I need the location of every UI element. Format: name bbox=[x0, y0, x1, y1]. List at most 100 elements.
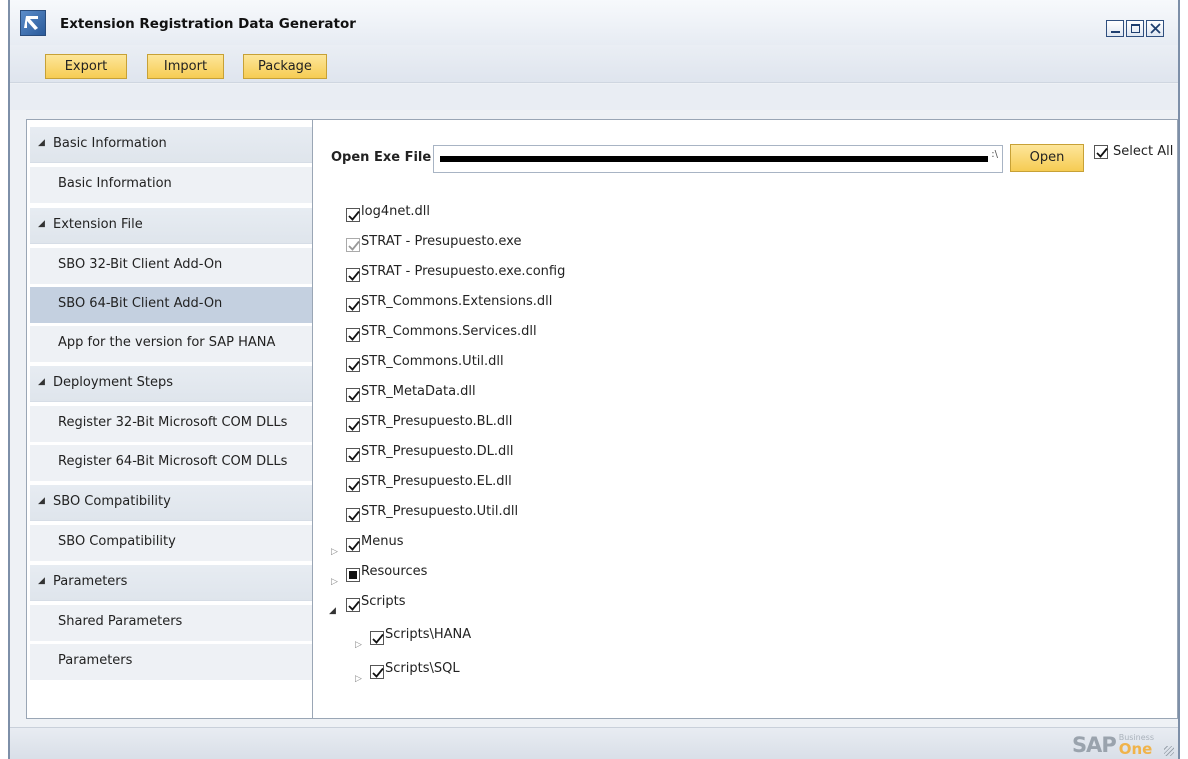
collapsed-expander-icon[interactable]: ▷ bbox=[331, 547, 338, 557]
checkmark-icon bbox=[348, 210, 360, 221]
minimize-button[interactable] bbox=[1106, 20, 1124, 37]
file-row-presupuesto-util[interactable]: STR_Presupuesto.Util.dll bbox=[346, 504, 518, 522]
folder-checkbox[interactable] bbox=[346, 598, 360, 612]
nav-item-sbo-compatibility[interactable]: SBO Compatibility bbox=[30, 525, 312, 561]
nav-group-basic-information[interactable]: ◢ Basic Information bbox=[30, 127, 312, 163]
content-panel: Open Exe File :\ Open Select All log4net… bbox=[312, 119, 1178, 719]
collapsed-expander-icon[interactable]: ▷ bbox=[331, 577, 338, 587]
file-row-presupuesto-el[interactable]: STR_Presupuesto.EL.dll bbox=[346, 474, 512, 492]
file-checkbox[interactable] bbox=[346, 268, 360, 282]
nav-item-register-32-bit[interactable]: Register 32-Bit Microsoft COM DLLs bbox=[30, 406, 312, 442]
select-all-checkbox[interactable] bbox=[1094, 144, 1108, 159]
nav-item-shared-parameters[interactable]: Shared Parameters bbox=[30, 605, 312, 641]
checkmark-icon bbox=[348, 510, 360, 521]
title-bar: Extension Registration Data Generator bbox=[10, 0, 1178, 45]
file-name: STR_Presupuesto.DL.dll bbox=[361, 444, 514, 459]
checkmark-icon bbox=[348, 300, 360, 311]
nav-item-sbo-64-bit[interactable]: SBO 64-Bit Client Add-On bbox=[30, 287, 312, 323]
nav-item-label: Register 64-Bit Microsoft COM DLLs bbox=[58, 454, 288, 469]
collapsed-expander-icon[interactable]: ▷ bbox=[355, 674, 362, 684]
file-row-presupuesto-bl[interactable]: STR_Presupuesto.BL.dll bbox=[346, 414, 512, 432]
folder-row-scripts[interactable]: Scripts bbox=[346, 594, 405, 612]
file-checkbox[interactable] bbox=[346, 418, 360, 432]
expanded-triangle-icon: ◢ bbox=[38, 496, 45, 506]
nav-group-label: Extension File bbox=[53, 217, 143, 232]
app-window: Extension Registration Data Generator Ex… bbox=[8, 0, 1180, 759]
folder-row-scripts-hana[interactable]: Scripts\HANA bbox=[370, 627, 471, 645]
nav-item-basic-information[interactable]: Basic Information bbox=[30, 167, 312, 203]
nav-group-label: Deployment Steps bbox=[53, 375, 174, 390]
checkmark-icon bbox=[348, 360, 360, 371]
nav-group-extension-file[interactable]: ◢ Extension File bbox=[30, 208, 312, 244]
checkmark-icon bbox=[348, 480, 360, 491]
file-row-commons-util[interactable]: STR_Commons.Util.dll bbox=[346, 354, 504, 372]
checkmark-icon bbox=[348, 240, 360, 251]
folder-row-resources[interactable]: Resources bbox=[346, 564, 427, 582]
checkmark-icon bbox=[1096, 147, 1108, 158]
file-checkbox[interactable] bbox=[346, 478, 360, 492]
file-row-commons-extensions[interactable]: STR_Commons.Extensions.dll bbox=[346, 294, 552, 312]
close-button[interactable] bbox=[1146, 20, 1164, 37]
sap-wordmark: SAP bbox=[1071, 733, 1117, 757]
resize-grip-icon[interactable] bbox=[1164, 746, 1174, 756]
file-checkbox[interactable] bbox=[346, 508, 360, 522]
expanded-triangle-icon: ◢ bbox=[38, 138, 45, 148]
file-row-commons-services[interactable]: STR_Commons.Services.dll bbox=[346, 324, 537, 342]
nav-item-sap-hana-app[interactable]: App for the version for SAP HANA bbox=[30, 326, 312, 362]
file-checkbox[interactable] bbox=[346, 208, 360, 222]
nav-item-label: Shared Parameters bbox=[58, 614, 183, 629]
folder-row-scripts-sql[interactable]: Scripts\SQL bbox=[370, 661, 460, 679]
nav-item-label: SBO 32-Bit Client Add-On bbox=[58, 257, 223, 272]
nav-item-label: Register 32-Bit Microsoft COM DLLs bbox=[58, 415, 288, 430]
nav-group-sbo-compatibility[interactable]: ◢ SBO Compatibility bbox=[30, 485, 312, 521]
import-button[interactable]: Import bbox=[147, 54, 224, 79]
file-name: STR_Presupuesto.EL.dll bbox=[361, 474, 512, 489]
collapsed-expander-icon[interactable]: ▷ bbox=[355, 640, 362, 650]
file-row-log4net[interactable]: log4net.dll bbox=[346, 204, 430, 222]
folder-checkbox-partial[interactable] bbox=[346, 568, 360, 582]
file-name: log4net.dll bbox=[361, 204, 431, 219]
app-logo-icon bbox=[20, 10, 46, 36]
open-exe-label: Open Exe File bbox=[331, 150, 432, 165]
maximize-icon bbox=[1131, 24, 1140, 33]
nav-group-label: Basic Information bbox=[53, 136, 167, 151]
select-all-label: Select All bbox=[1113, 144, 1174, 159]
checkmark-icon bbox=[348, 270, 360, 281]
redacted-path bbox=[440, 156, 988, 162]
checkmark-icon bbox=[348, 540, 360, 551]
maximize-button[interactable] bbox=[1126, 20, 1144, 37]
file-name: STR_Commons.Extensions.dll bbox=[361, 294, 553, 309]
folder-checkbox[interactable] bbox=[370, 631, 384, 645]
nav-group-parameters[interactable]: ◢ Parameters bbox=[30, 565, 312, 601]
file-checkbox[interactable] bbox=[346, 328, 360, 342]
sap-one-text: One bbox=[1118, 740, 1153, 758]
nav-group-label: SBO Compatibility bbox=[53, 494, 171, 509]
file-name: STR_Presupuesto.Util.dll bbox=[361, 504, 519, 519]
select-all-toggle[interactable]: Select All bbox=[1094, 144, 1173, 159]
nav-item-parameters[interactable]: Parameters bbox=[30, 644, 312, 680]
file-checkbox[interactable] bbox=[346, 298, 360, 312]
file-checkbox[interactable] bbox=[346, 388, 360, 402]
folder-name: Menus bbox=[361, 534, 404, 549]
expanded-expander-icon[interactable]: ◢ bbox=[329, 606, 336, 616]
minimize-icon bbox=[1111, 31, 1120, 33]
package-button[interactable]: Package bbox=[243, 54, 327, 79]
path-tail: :\ bbox=[991, 149, 998, 160]
nav-group-deployment-steps[interactable]: ◢ Deployment Steps bbox=[30, 366, 312, 402]
exe-path-input[interactable]: :\ bbox=[433, 145, 1003, 173]
file-checkbox[interactable] bbox=[346, 448, 360, 462]
nav-item-sbo-32-bit[interactable]: SBO 32-Bit Client Add-On bbox=[30, 248, 312, 284]
export-button[interactable]: Export bbox=[45, 54, 127, 79]
nav-item-register-64-bit[interactable]: Register 64-Bit Microsoft COM DLLs bbox=[30, 445, 312, 481]
file-name: STR_Commons.Util.dll bbox=[361, 354, 504, 369]
folder-checkbox[interactable] bbox=[370, 665, 384, 679]
folder-name: Scripts\HANA bbox=[385, 627, 472, 642]
file-row-strat-config[interactable]: STRAT - Presupuesto.exe.config bbox=[346, 264, 565, 282]
file-row-metadata[interactable]: STR_MetaData.dll bbox=[346, 384, 476, 402]
file-row-presupuesto-dl[interactable]: STR_Presupuesto.DL.dll bbox=[346, 444, 513, 462]
folder-row-menus[interactable]: Menus bbox=[346, 534, 403, 552]
folder-checkbox[interactable] bbox=[346, 538, 360, 552]
open-button[interactable]: Open bbox=[1010, 144, 1084, 172]
file-name: STR_Commons.Services.dll bbox=[361, 324, 537, 339]
file-checkbox[interactable] bbox=[346, 358, 360, 372]
